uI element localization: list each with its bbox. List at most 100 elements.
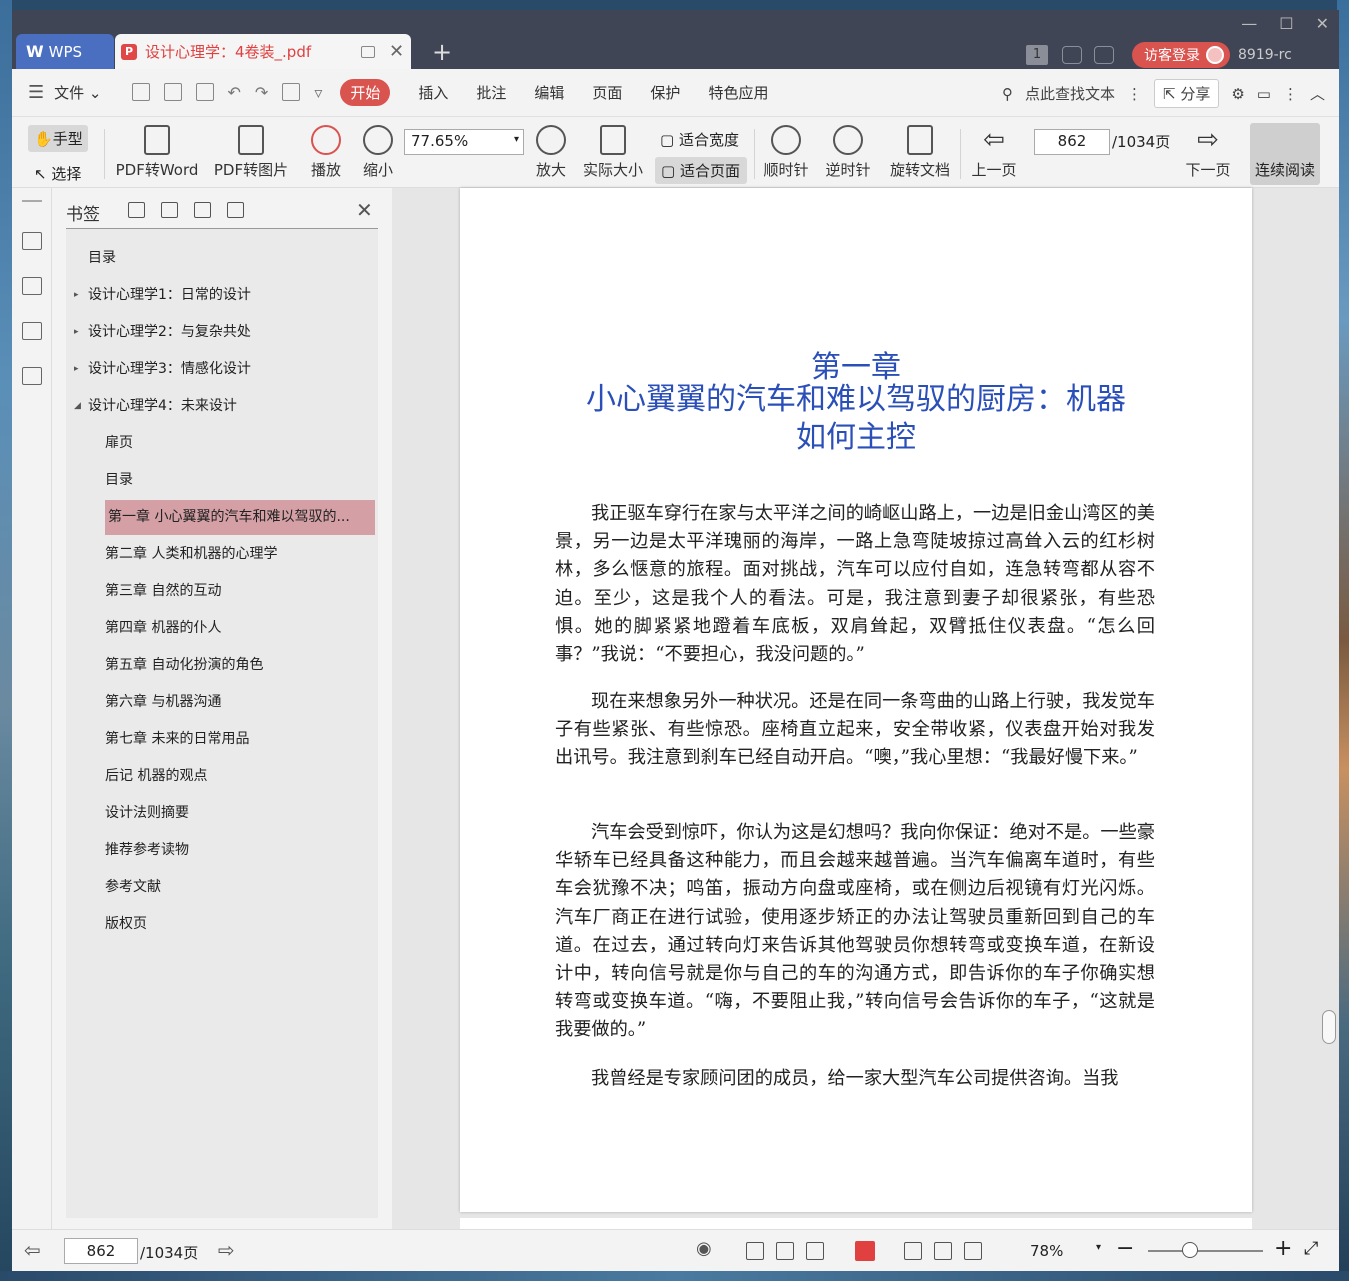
more-vert-icon[interactable]: ⋮ (1127, 85, 1142, 103)
maximize-icon[interactable]: ☐ (1279, 14, 1293, 33)
open-folder-icon[interactable] (131, 83, 150, 101)
rotate-clockwise-button[interactable]: 顺时针 (762, 125, 810, 180)
fullscreen-icon[interactable]: ⤢ (1304, 1238, 1318, 1259)
vertical-scrollbar-thumb[interactable] (1322, 1010, 1336, 1044)
skin-icon[interactable] (1094, 46, 1114, 64)
menu-annotate[interactable]: 批注 (476, 82, 506, 103)
new-tab-button[interactable]: + (432, 38, 452, 66)
fit-width-status-icon[interactable] (964, 1242, 982, 1260)
bookmark-item[interactable]: 后记 机器的观点 (105, 759, 207, 794)
bookmark-item[interactable]: 第二章 人类和机器的心理学 (105, 537, 277, 572)
zoom-out-button[interactable]: 缩小 (358, 125, 398, 180)
eye-protect-icon[interactable]: ◉ (696, 1238, 712, 1259)
bookmark-item[interactable]: 第五章 自动化扮演的角色 (105, 648, 263, 683)
settings-icon[interactable]: ⚙ (1231, 85, 1244, 103)
pin-icon[interactable] (361, 45, 375, 58)
actual-size-button[interactable]: 实际大小 (582, 125, 644, 180)
save-icon[interactable] (163, 83, 182, 101)
fit-page-status-icon[interactable] (934, 1242, 952, 1260)
expand-arrow-icon[interactable]: ▸ (74, 364, 79, 374)
export-icon[interactable] (282, 83, 301, 101)
search-icon[interactable]: ⚲ (1002, 85, 1013, 103)
slideshow-icon[interactable] (855, 1241, 875, 1261)
add-bookmark-icon[interactable] (194, 202, 211, 218)
menu-start[interactable]: 开始 (340, 79, 391, 106)
bookmark-item[interactable]: 版权页 (105, 907, 147, 942)
actual-size-status-icon[interactable] (904, 1242, 922, 1260)
redo-icon[interactable]: ↷ (255, 83, 268, 102)
bookmark-item[interactable]: 第三章 自然的互动 (105, 574, 221, 609)
status-prev-page-icon[interactable]: ⇦ (24, 1238, 41, 1262)
rotate-counterclockwise-button[interactable]: 逆时针 (824, 125, 872, 180)
next-page-button[interactable]: ⇨ 下一页 (1184, 125, 1232, 180)
menu-edit[interactable]: 编辑 (534, 82, 564, 103)
continuous-page-icon[interactable] (776, 1242, 794, 1260)
zoom-dropdown-icon[interactable]: ▾ (1096, 1242, 1101, 1253)
feather-icon[interactable] (1062, 46, 1082, 64)
bookmark-item[interactable]: 第一章 小心翼翼的汽车和难以驾驭的... (105, 500, 375, 535)
status-zoom-value[interactable]: 78% (1030, 1242, 1063, 1260)
bookmark-item[interactable]: 设计心理学2：与复杂共处 (88, 315, 251, 350)
zoom-in-button[interactable]: 放大 (532, 125, 570, 180)
bookmark-item[interactable]: 设计心理学1：日常的设计 (88, 278, 251, 313)
zoom-minus-icon[interactable]: − (1116, 1236, 1134, 1261)
hamburger-icon[interactable]: ☰ (28, 82, 44, 103)
bookmark-item[interactable]: 第六章 与机器沟通 (105, 685, 221, 720)
login-button[interactable]: 访客登录 (1132, 42, 1230, 68)
bookmark-item[interactable]: 第四章 机器的仆人 (105, 611, 221, 646)
bookmark-item[interactable]: 设计法则摘要 (105, 796, 189, 831)
zoom-slider-track[interactable] (1148, 1250, 1263, 1252)
close-window-icon[interactable]: ✕ (1316, 14, 1329, 33)
close-panel-icon[interactable]: ✕ (356, 198, 373, 222)
double-page-icon[interactable] (806, 1242, 824, 1260)
collapse-ribbon-icon[interactable]: ︿ (1310, 83, 1325, 104)
search-text-button[interactable]: 点此查找文本 (1025, 83, 1115, 104)
bookmark-item[interactable]: 扉页 (105, 426, 133, 461)
share-button[interactable]: ⇱ 分享 (1153, 79, 1220, 108)
bookmark-item[interactable]: 设计心理学4：未来设计 (88, 389, 237, 424)
minimize-icon[interactable]: — (1241, 14, 1257, 33)
bookmark-item[interactable]: 推荐参考读物 (105, 833, 189, 868)
window-count-badge[interactable]: 1 (1026, 45, 1048, 65)
expand-arrow-icon[interactable]: ▸ (74, 327, 79, 337)
pdf-to-word-button[interactable]: PDF转Word (114, 125, 200, 180)
menu-page[interactable]: 页面 (592, 82, 622, 103)
page-number-input[interactable]: 862 (1034, 129, 1110, 155)
pdf-to-image-button[interactable]: PDF转图片 (212, 125, 290, 180)
bookmark-settings-icon[interactable] (227, 202, 244, 218)
more-quick-icon[interactable]: ▿ (314, 83, 322, 102)
undo-icon[interactable]: ↶ (228, 83, 241, 102)
menu-protect[interactable]: 保护 (650, 82, 680, 103)
status-page-input[interactable]: 862 (64, 1238, 138, 1264)
menu-special[interactable]: 特色应用 (708, 82, 768, 103)
bookmark-item[interactable]: 目录 (88, 241, 116, 276)
menu-insert[interactable]: 插入 (418, 82, 448, 103)
menu-file[interactable]: 文件 ⌄ (54, 82, 101, 103)
tab-document[interactable]: P 设计心理学：4卷装_.pdf ✕ (115, 34, 411, 69)
tab-close-icon[interactable]: ✕ (389, 41, 404, 62)
zoom-slider-knob[interactable] (1182, 1242, 1198, 1258)
rotate-document-button[interactable]: 旋转文档 (888, 125, 952, 180)
fit-width-button[interactable]: ▢ 适合宽度 (660, 129, 739, 150)
comment-icon[interactable]: ▭ (1257, 85, 1271, 103)
play-button[interactable]: 播放 (306, 125, 346, 180)
annotation-icon[interactable] (22, 322, 42, 340)
bookmark-item[interactable]: 第七章 未来的日常用品 (105, 722, 249, 757)
continuous-read-button[interactable]: 连续阅读 (1250, 123, 1320, 185)
status-next-page-icon[interactable]: ⇨ (218, 1238, 235, 1262)
zoom-plus-icon[interactable]: + (1274, 1236, 1292, 1261)
expand-arrow-icon[interactable]: ▸ (74, 290, 79, 300)
expand-all-icon[interactable] (128, 202, 145, 218)
hand-tool-button[interactable]: ✋ 手型 (28, 125, 88, 152)
zoom-select[interactable]: 77.65% ▾ (404, 129, 524, 155)
attachment-icon[interactable] (22, 367, 42, 385)
collapse-all-icon[interactable] (161, 202, 178, 218)
bookmark-panel-icon[interactable] (22, 232, 42, 250)
print-icon[interactable] (195, 83, 214, 101)
tab-wps-home[interactable]: W WPS (16, 34, 114, 69)
more-icon[interactable]: ⋮ (1283, 85, 1298, 103)
select-tool-button[interactable]: ↖ 选择 (34, 163, 81, 184)
bookmark-item[interactable]: 参考文献 (105, 870, 161, 905)
single-page-icon[interactable] (746, 1242, 764, 1260)
expand-arrow-icon[interactable]: ◢ (74, 401, 81, 411)
